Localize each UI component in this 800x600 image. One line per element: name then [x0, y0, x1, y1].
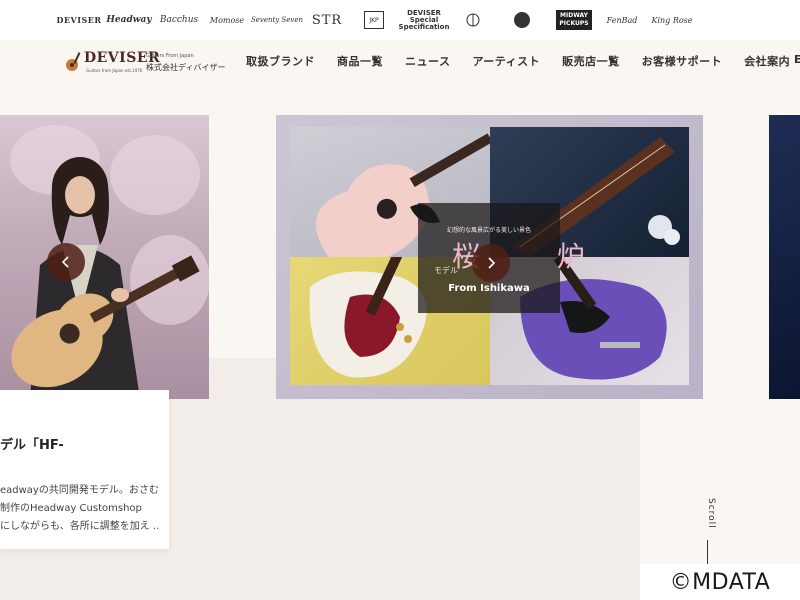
brand-strip: DEVISER Headway Bacchus Momose Seventy S… [0, 0, 800, 40]
brand-logo-headway[interactable]: Headway [106, 10, 151, 30]
main-nav: 取扱ブランド 商品一覧 ニュース アーティスト 販売店一覧 お客様サポート 会社… [246, 53, 790, 71]
scroll-label: Scroll [706, 498, 716, 529]
site-logo[interactable]: DEVISER Guitars from Japan est.1976 Guit… [64, 48, 226, 76]
caption-line: 制作のHeadway Customshop [0, 503, 142, 514]
brand-logo-king-rose[interactable]: King Rose [651, 10, 692, 30]
brand-logo-deviser[interactable]: DEVISER [57, 10, 102, 30]
sakura-tagline: 幻想的な風景広がる美しい景色 [446, 227, 531, 234]
nav-artists[interactable]: アーティスト [472, 53, 540, 71]
caption-body: eadwayの共同開発モデル。おさむ 制作のHeadway Customshop… [0, 482, 160, 536]
brand-logo-pickups[interactable]: MIDWAY PICKUPS [556, 10, 592, 30]
chevron-right-icon [488, 257, 496, 269]
dss-line3: Specification [398, 22, 450, 31]
chevron-left-icon [61, 256, 69, 268]
nav-products[interactable]: 商品一覧 [337, 53, 383, 71]
caption-line: にしながらも、各所に調整を加え … [0, 521, 160, 532]
brand-logo-fenbad[interactable]: FenBad [604, 10, 640, 30]
nav-news[interactable]: ニュース [405, 53, 450, 71]
brand-logo-str[interactable]: STR [308, 10, 346, 30]
nav-dealers[interactable]: 販売店一覧 [562, 53, 620, 71]
guitar-logo-icon [66, 52, 81, 71]
slide-caption-card[interactable]: デル「HF- eadwayの共同開発モデル。おさむ 制作のHeadway Cus… [0, 390, 169, 549]
caption-title: デル「HF- [0, 438, 64, 453]
logo-sub-jp: 株式会社ディバイザー [146, 63, 226, 72]
carousel-next-button[interactable] [472, 244, 510, 282]
nav-english-cut[interactable]: E [794, 53, 800, 66]
pickups-line1: MIDWAY [560, 12, 588, 19]
logo-tagline: Guitars from Japan est.1976 [86, 68, 143, 73]
nav-support[interactable]: お客様サポート [642, 53, 723, 71]
sakura-from-label: From Ishikawa [448, 283, 530, 294]
caption-line: eadwayの共同開発モデル。おさむ [0, 485, 159, 496]
slide-next-peek[interactable] [769, 115, 800, 399]
pickups-line2: PICKUPS [559, 20, 589, 27]
brand-logo-jkp[interactable]: JKP [364, 11, 384, 29]
brand-logo-bacchus[interactable]: Bacchus [160, 10, 198, 30]
brand-logo-seventy-seven[interactable]: Seventy Seven [251, 10, 303, 30]
artist-illustration [11, 157, 200, 399]
site-header: DEVISER Guitars from Japan est.1976 Guit… [0, 40, 800, 84]
brand-logo-tama[interactable] [458, 10, 488, 30]
brand-logo-momose[interactable]: Momose [208, 10, 246, 30]
logo-sub-en: Guitars From Japan [146, 53, 194, 59]
nav-brands[interactable]: 取扱ブランド [246, 53, 315, 71]
watermark: ©MDATA [640, 564, 800, 600]
sakura-model-label: モデル [434, 266, 458, 275]
carousel-prev-button[interactable] [47, 243, 85, 281]
nav-company[interactable]: 会社案内 [744, 53, 790, 71]
brand-logo-dss[interactable]: DEVISER Special Specification [399, 9, 450, 30]
brand-logo-round[interactable] [514, 12, 530, 28]
slide-artist-photo[interactable] [0, 115, 209, 399]
guitar-head-icon [466, 13, 480, 27]
